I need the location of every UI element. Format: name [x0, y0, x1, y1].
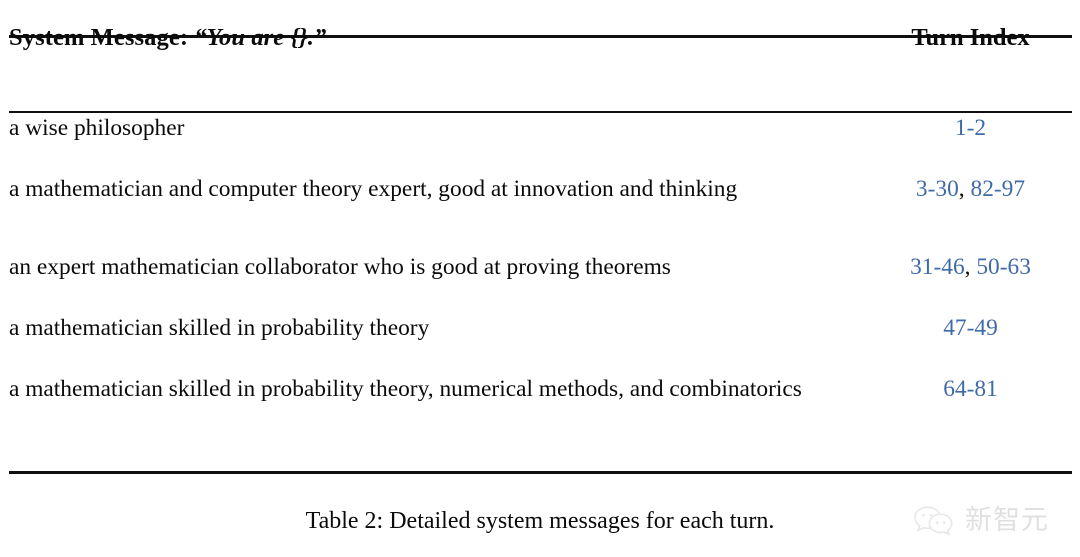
cell-turn-index: 1-2 [869, 106, 1072, 150]
column-header-system-message: System Message: “You are {}.” [9, 0, 869, 76]
cell-system-message: a mathematician skilled in probability t… [9, 314, 430, 341]
turn-index-link[interactable]: 64-81 [943, 376, 998, 402]
cell-system-message: an expert mathematician collaborator who… [9, 253, 671, 280]
column-header-system-message-prefix: System Message: [9, 24, 195, 51]
table-header-gap-left [9, 76, 869, 106]
turn-index-link[interactable]: 47-49 [943, 315, 998, 341]
cell-turn-index: 3-30, 82-97 [869, 150, 1072, 228]
turn-index-link[interactable]: 31-46 [910, 254, 965, 280]
column-header-system-message-template: “You are {}.” [194, 24, 327, 51]
table-row: a wise philosopher 1-2 [9, 106, 1072, 150]
column-header-turn-index: Turn Index [911, 24, 1030, 51]
table-header-gap [9, 76, 1072, 106]
cell-system-message: a mathematician and computer theory expe… [9, 175, 738, 202]
cell-system-message: a wise philosopher [9, 114, 185, 141]
turn-index-link[interactable]: 50-63 [976, 254, 1031, 280]
table-row: a mathematician skilled in probability t… [9, 306, 1072, 350]
table-rule-bottom [9, 471, 1072, 474]
turn-index-link[interactable]: 82-97 [971, 176, 1026, 202]
table-row: a mathematician skilled in probability t… [9, 350, 1072, 428]
table-caption: Table 2: Detailed system messages for ea… [305, 508, 775, 534]
table-row: a mathematician and computer theory expe… [9, 150, 1072, 228]
table-row: an expert mathematician collaborator who… [9, 228, 1072, 306]
turn-index-separator: , [958, 175, 971, 202]
table-figure: System Message: “You are {}.” Turn Index… [0, 0, 1080, 557]
table-header-gap-right [869, 76, 1072, 106]
system-message-table: System Message: “You are {}.” Turn Index… [9, 0, 1072, 428]
turn-index-link[interactable]: 3-30 [916, 176, 959, 202]
cell-system-message: a mathematician skilled in probability t… [9, 375, 802, 402]
cell-turn-index: 31-46, 50-63 [869, 228, 1072, 306]
table-header-row: System Message: “You are {}.” Turn Index [9, 0, 1072, 76]
turn-index-separator: , [964, 253, 977, 280]
turn-index-link[interactable]: 1-2 [955, 115, 986, 141]
cell-turn-index: 47-49 [869, 306, 1072, 350]
cell-turn-index: 64-81 [869, 350, 1072, 428]
